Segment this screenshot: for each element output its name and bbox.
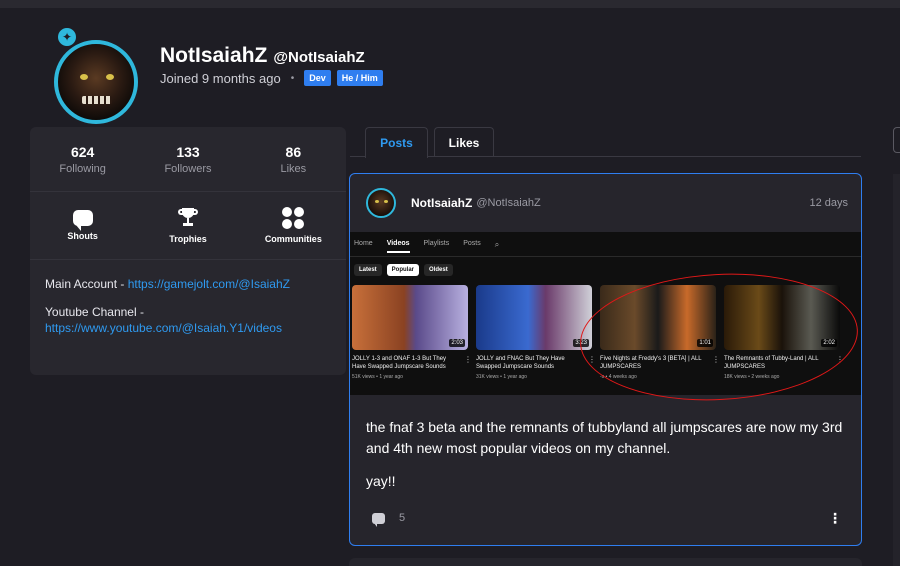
bio-line-youtube: Youtube Channel - https://www.youtube.co… [45,304,331,336]
link-label: Shouts [67,231,98,241]
shouts-link[interactable]: Shouts [30,192,135,259]
video-title: The Remnants of Tubby-Land | ALL JUMPSCA… [724,356,819,370]
embed-video-card: 2:03 JOLLY 1-3 and ONAF 1-3 But They Hav… [352,285,472,380]
embed-nav: Home Videos Playlists Posts ⌕ [354,240,499,253]
stat-value: 624 [70,143,95,160]
video-menu-icon: ⋮ [588,355,596,364]
link-label: Communities [264,234,322,244]
post-timestamp: 12 days [809,197,848,209]
username-handle: @NotIsaiahZ [273,49,365,66]
embed-video-card: 3:23 JOLLY and FNAC But They Have Swappe… [476,285,596,380]
offscreen-button[interactable] [893,127,900,153]
post-body: the fnaf 3 beta and the remnants of tubb… [366,417,846,504]
embed-nav-posts: Posts [463,240,481,247]
video-menu-icon: ⋮ [464,355,472,364]
chip-popular: Popular [386,264,420,276]
stat-label: Followers [164,162,212,175]
joined-date: Joined 9 months ago [160,70,281,86]
separator-dot: • [290,72,295,84]
embed-sort-chips: Latest Popular Oldest [354,264,453,276]
top-bar [0,0,900,8]
video-duration: 2:02 [821,339,837,347]
post-image[interactable]: Home Videos Playlists Posts ⌕ Latest Pop… [350,232,861,408]
video-thumbnail: 2:03 [352,285,468,350]
video-menu-icon: ⋮ [712,355,720,364]
stat-following[interactable]: 624 Following [30,127,135,191]
profile-bio: Main Account - https://gamejolt.com/@Isa… [30,260,346,364]
bio-text: Main Account - [45,277,128,291]
profile-tabs: Posts Likes [350,127,861,158]
link-label: Trophies [169,234,207,244]
avatar-frame-badge-icon: ✦ [56,26,78,48]
post-footer: 5 ⋮ [372,511,842,527]
video-title: Five Nights at Freddy's 3 [BETA] | ALL J… [600,356,702,370]
stat-label: Following [59,162,106,175]
post-menu-icon[interactable]: ⋮ [828,511,842,525]
pronouns-tag: He / Him [336,70,383,86]
video-title: JOLLY 1-3 and ONAF 1-3 But They Have Swa… [352,356,447,370]
profile-info-card: 624 Following 133 Followers 86 Likes Sho… [30,127,346,375]
post-card[interactable]: NotIsaiahZ @NotIsaiahZ 12 days Home Vide… [349,173,862,546]
stat-label: Likes [280,162,307,175]
avatar-eye [80,74,88,80]
chip-latest: Latest [354,264,382,276]
video-duration: 1:01 [697,339,713,347]
comment-icon[interactable] [372,512,385,527]
post-text-paragraph: yay!! [366,473,396,489]
stat-value: 86 [285,143,302,160]
embed-nav-home: Home [354,240,373,247]
communities-icon [282,207,305,229]
bio-text: Youtube Channel - [45,305,144,319]
post-author-name[interactable]: NotIsaiahZ [411,196,472,210]
post-header: NotIsaiahZ @NotIsaiahZ 12 days [366,187,848,219]
profile-name-row: NotIsaiahZ @NotIsaiahZ [160,44,365,68]
sidebar-edge [893,174,900,566]
video-meta: 51K views • 1 year ago [352,374,403,380]
post-text-paragraph: the fnaf 3 beta and the remnants of tubb… [366,419,843,456]
dev-tag: Dev [304,70,331,86]
comment-count: 5 [399,512,406,524]
avatar-mouth [82,96,112,104]
stat-followers[interactable]: 133 Followers [135,127,240,191]
profile-meta-row: Joined 9 months ago • Dev He / Him [160,70,383,86]
embed-nav-videos: Videos [386,240,410,253]
next-post-card [349,558,862,566]
video-thumbnail: 2:02 [724,285,840,350]
video-thumbnail: 1:01 [600,285,716,350]
search-icon: ⌕ [494,240,500,249]
main-account-link[interactable]: https://gamejolt.com/@IsaiahZ [128,277,290,291]
tab-likes[interactable]: Likes [434,127,494,157]
video-thumbnail: 3:23 [476,285,592,350]
bio-line-main-account: Main Account - https://gamejolt.com/@Isa… [45,276,331,292]
tab-posts[interactable]: Posts [365,127,428,158]
communities-link[interactable]: Communities [241,192,346,259]
video-duration: 3:23 [573,339,589,347]
profile-links-row: Shouts Trophies Communities [30,192,346,260]
display-name: NotIsaiahZ [160,44,268,67]
video-menu-icon: ⋮ [836,355,844,364]
stats-row: 624 Following 133 Followers 86 Likes [30,127,346,192]
video-meta: 18K views • 2 weeks ago [724,374,780,380]
trophies-link[interactable]: Trophies [135,192,240,259]
stat-likes[interactable]: 86 Likes [241,127,346,191]
video-duration: 2:03 [449,339,465,347]
embed-nav-playlists: Playlists [423,240,450,247]
embed-video-card: 2:02 The Remnants of Tubby-Land | ALL JU… [724,285,844,380]
post-author-handle: @NotIsaiahZ [476,197,541,209]
stat-value: 133 [176,143,200,160]
speech-bubble-icon [72,210,93,231]
embed-video-card: 1:01 Five Nights at Freddy's 3 [BETA] | … [600,285,720,380]
embed-divider [350,256,861,257]
youtube-channel-link[interactable]: https://www.youtube.com/@Isaiah.Y1/video… [45,321,282,335]
video-meta: -s • 4 weeks ago [600,374,637,380]
video-meta: 31K views • 1 year ago [476,374,527,380]
avatar-eye [106,74,114,80]
trophy-icon [177,207,198,229]
video-title: JOLLY and FNAC But They Have Swapped Jum… [476,356,565,370]
chip-oldest: Oldest [424,264,453,276]
post-author-avatar[interactable] [366,188,396,218]
profile-avatar[interactable] [54,40,138,124]
